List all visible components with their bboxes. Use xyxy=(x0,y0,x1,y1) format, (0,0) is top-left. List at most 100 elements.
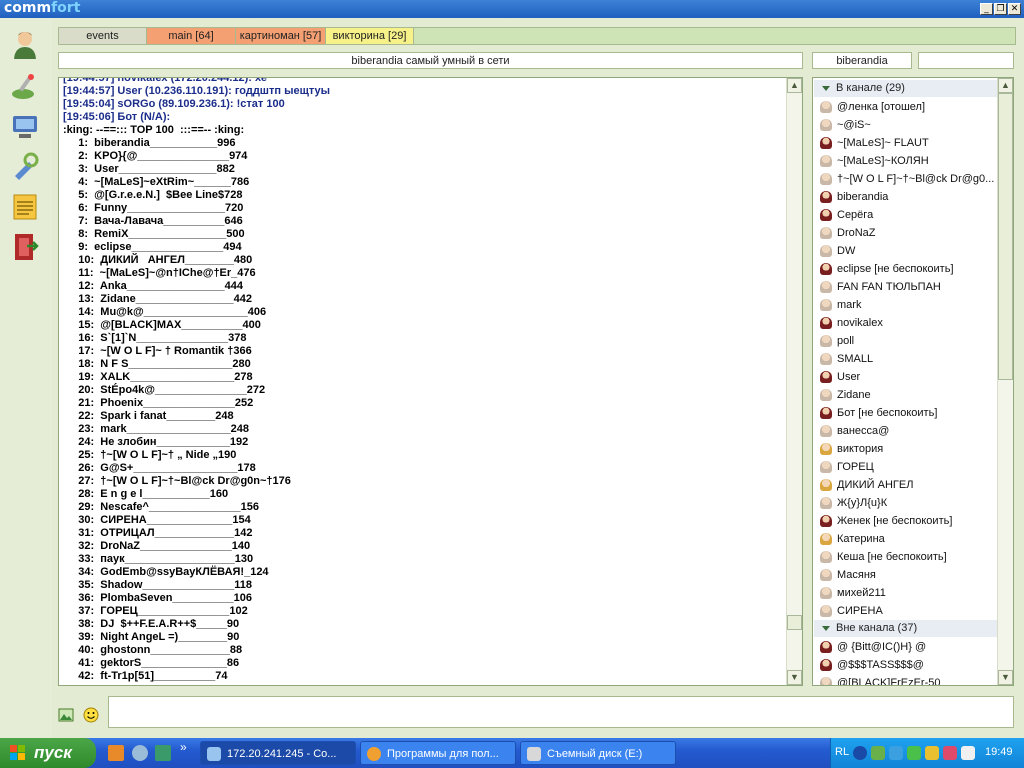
user-list-item[interactable]: ~@iS~ xyxy=(814,116,998,134)
quicklaunch-app-icon[interactable] xyxy=(132,745,148,761)
user-avatar-icon xyxy=(820,461,832,473)
chat-log[interactable]: [19:44:57] novikalex (172.20.244.12): хе… xyxy=(58,77,803,686)
tray-security-icon[interactable] xyxy=(925,746,939,760)
user-name: ГОРЕЦ xyxy=(837,461,874,473)
chat-line: 20: StÉpo4k@_______________272 xyxy=(63,384,266,396)
user-group-header[interactable]: В канале (29) xyxy=(814,80,998,97)
scroll-down-arrow-icon[interactable]: ▼ xyxy=(787,670,802,685)
media-player-icon[interactable] xyxy=(108,745,124,761)
user-list-item[interactable]: ванесса@ xyxy=(814,422,998,440)
user-avatar-icon xyxy=(820,641,832,653)
user-list-item[interactable]: Ж{y}Л{u}К xyxy=(814,494,998,512)
chat-scroll-thumb[interactable] xyxy=(787,615,802,630)
user-list-item[interactable]: eclipse [не беспокоить] xyxy=(814,260,998,278)
user-list-item[interactable]: poll xyxy=(814,332,998,350)
user-list-item[interactable]: виктория xyxy=(814,440,998,458)
start-button[interactable]: пуск xyxy=(0,738,96,768)
tab-kartinoman[interactable]: картиноман [57] xyxy=(236,28,326,44)
chat-line: 2: KPO}{@_______________974 xyxy=(63,150,248,162)
user-list-item[interactable]: User xyxy=(814,368,998,386)
image-insert-icon[interactable] xyxy=(58,707,74,723)
smiley-icon[interactable] xyxy=(83,707,99,723)
user-list-item[interactable]: DW xyxy=(814,242,998,260)
user-avatar-icon xyxy=(820,155,832,167)
clock: 19:49 xyxy=(985,746,1013,758)
chat-message: [19:44:57] novikalex (172.20.244.12): хе xyxy=(63,77,267,84)
chat-scrollbar[interactable]: ▲ ▼ xyxy=(786,78,802,685)
user-list-item[interactable]: Серёга xyxy=(814,206,998,224)
message-input[interactable] xyxy=(108,696,1014,728)
network-icon[interactable] xyxy=(9,110,41,142)
user-name: СИРЕНА xyxy=(837,605,883,617)
user-list-item[interactable]: @$$$TASS$$$@ xyxy=(814,656,998,674)
user-avatar-icon xyxy=(820,497,832,509)
user-list-item[interactable]: СИРЕНА xyxy=(814,602,998,620)
user-list-item[interactable]: ~[MaLeS]~ FLAUT xyxy=(814,134,998,152)
edit-tool-icon[interactable] xyxy=(9,70,41,102)
tray-messenger-icon[interactable] xyxy=(943,746,957,760)
settings-tools-icon[interactable] xyxy=(9,150,41,182)
restore-button[interactable]: ❐ xyxy=(994,3,1007,15)
scroll-up-arrow-icon[interactable]: ▲ xyxy=(787,78,802,93)
user-list-item[interactable]: @[BLACK]FrEzEr-50 xyxy=(814,674,998,685)
chat-line: 10: ДИКИЙ АНГЕЛ________480 xyxy=(63,254,253,266)
user-list-item[interactable]: novikalex xyxy=(814,314,998,332)
tab-main[interactable]: main [64] xyxy=(147,28,236,44)
chat-line: 39: Night AngeL =)________90 xyxy=(63,631,240,643)
user-name: Женек [не беспокоить] xyxy=(837,515,953,527)
exit-door-icon[interactable] xyxy=(9,230,41,262)
user-list-item[interactable]: Кеша [не беспокоить] xyxy=(814,548,998,566)
minimize-button[interactable]: _ xyxy=(980,3,993,15)
user-name: виктория xyxy=(837,443,884,455)
close-button[interactable]: ✕ xyxy=(1008,3,1021,15)
user-list-item[interactable]: FAN FAN ТЮЛЬПАН xyxy=(814,278,998,296)
user-avatar-icon xyxy=(820,173,832,185)
user-name: ~@iS~ xyxy=(837,119,871,131)
tray-back-icon[interactable] xyxy=(853,746,867,760)
user-list-item[interactable]: ГОРЕЦ xyxy=(814,458,998,476)
user-name: Ж{y}Л{u}К xyxy=(837,497,888,509)
user-list-item[interactable]: Катерина xyxy=(814,530,998,548)
user-list-item[interactable]: ДИКИЙ АНГЕЛ xyxy=(814,476,998,494)
user-list-item[interactable]: biberandia xyxy=(814,188,998,206)
user-list-item[interactable]: михей211 xyxy=(814,584,998,602)
tray-app-icon[interactable] xyxy=(889,746,903,760)
chat-line: 24: Не злобин____________192 xyxy=(63,436,249,448)
tray-status-icon[interactable] xyxy=(907,746,921,760)
chat-line: 35: Shadow_______________118 xyxy=(63,579,252,591)
quicklaunch-expand-icon[interactable]: » xyxy=(180,740,187,754)
userlist-scrollbar[interactable]: ▲ ▼ xyxy=(997,78,1013,685)
scroll-down-arrow-icon[interactable]: ▼ xyxy=(998,670,1013,685)
user-list-item[interactable]: ~[MaLeS]~КОЛЯН xyxy=(814,152,998,170)
language-indicator[interactable]: RL xyxy=(835,746,849,758)
tab-events[interactable]: events xyxy=(59,28,147,44)
user-list-item[interactable]: Zidane xyxy=(814,386,998,404)
user-list-item[interactable]: mark xyxy=(814,296,998,314)
user-list-item[interactable]: DroNaZ xyxy=(814,224,998,242)
taskbar-button-drive[interactable]: Съемный диск (E:) xyxy=(520,741,676,765)
user-list: В канале (29) @ленка [отошел] ~@iS~ ~[MaLeS… xyxy=(812,77,1014,686)
scroll-up-arrow-icon[interactable]: ▲ xyxy=(998,78,1013,93)
userlist-scroll-thumb[interactable] xyxy=(998,93,1013,380)
tray-volume-icon[interactable] xyxy=(961,746,975,760)
user-avatar-icon xyxy=(820,245,832,257)
user-avatar-icon xyxy=(820,227,832,239)
user-list-item[interactable]: Масяня xyxy=(814,566,998,584)
user-profile-icon[interactable] xyxy=(9,28,41,60)
taskbar-button-commfort[interactable]: 172.20.241.245 - Co... xyxy=(200,741,356,765)
notes-icon[interactable] xyxy=(9,190,41,222)
taskbar-button-browser[interactable]: Программы для пол... xyxy=(360,741,516,765)
user-list-item[interactable]: Бот [не беспокоить] xyxy=(814,404,998,422)
user-list-item[interactable]: †~[W O L F]~†~Bl@ck Dr@g0... xyxy=(814,170,998,188)
user-list-item[interactable]: @ленка [отошел] xyxy=(814,98,998,116)
tab-viktorina[interactable]: викторина [29] xyxy=(326,28,414,44)
windows-logo-icon xyxy=(10,745,25,760)
network-app-icon[interactable] xyxy=(155,745,171,761)
user-group-header[interactable]: Вне канала (37) xyxy=(814,620,998,637)
chat-line: 7: Вача-Лавача__________646 xyxy=(63,215,243,227)
tray-network-icon[interactable] xyxy=(871,746,885,760)
user-list-item[interactable]: Женек [не беспокоить] xyxy=(814,512,998,530)
user-list-item[interactable]: SMALL xyxy=(814,350,998,368)
user-name: ванесса@ xyxy=(837,425,890,437)
user-list-item[interactable]: @ {Bitt@IC()H} @ xyxy=(814,638,998,656)
